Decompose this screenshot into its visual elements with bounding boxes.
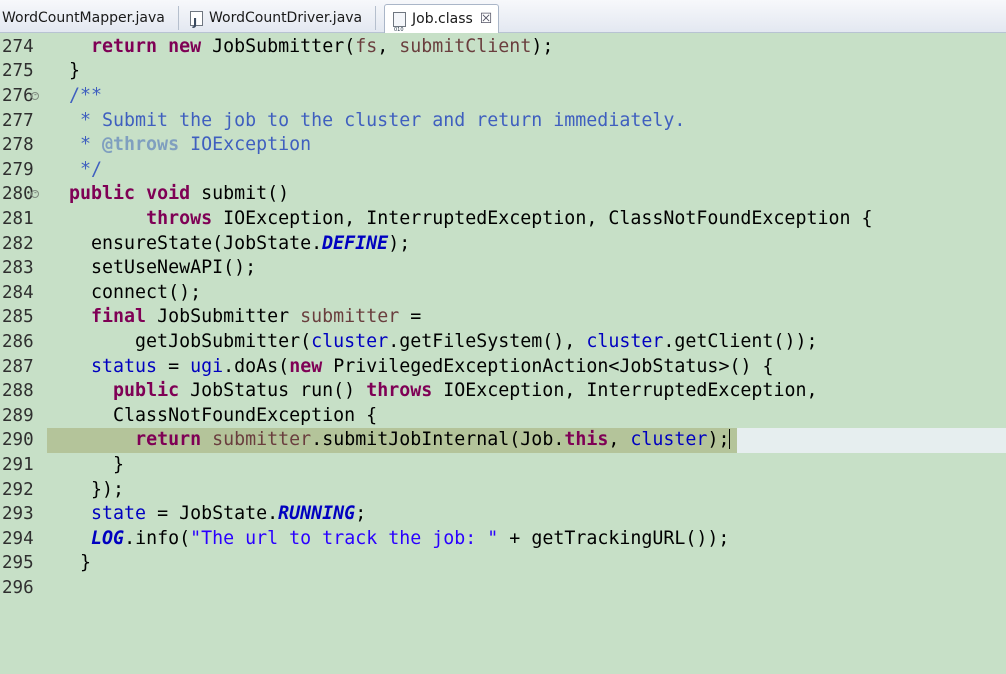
tab-job-class[interactable]: Job.class ☒ [384,4,500,44]
code-line: 284 connect(); [0,281,1006,306]
code-editor[interactable]: 274 return new JobSubmitter(fs, submitCl… [0,33,1006,598]
code-text: getJobSubmitter(cluster.getFileSystem(),… [47,331,818,352]
code-text: * @throws IOException [47,134,312,156]
editor-tab-bar: WordCountMapper.java WordCountDriver.jav… [0,0,1006,44]
code-text: LOG.info("The url to track the job: " + … [91,527,730,549]
close-tab-icon[interactable]: ☒ [480,6,493,33]
code-line: 293 state = JobState.RUNNING; [0,502,1006,527]
code-text: } [47,454,125,475]
line-number: 281 [2,209,34,229]
line-number: 291 [2,455,34,475]
code-text: public JobStatus run() throws IOExceptio… [113,380,818,402]
code-line: 289 ClassNotFoundException { [0,404,1006,429]
line-number: 286 [2,332,34,352]
tab-label: WordCountDriver.java [209,10,363,26]
line-number: 288 [2,381,34,402]
line-number: 290 [2,430,34,451]
line-number: 275 [2,61,34,82]
code-line: 275 } [0,59,1006,84]
tab-label: Job.class [412,10,473,27]
line-number: 293 [2,504,34,525]
tab-divider [178,6,179,30]
fold-toggle-icon[interactable] [31,92,39,100]
line-number: 278 [2,135,34,156]
current-code-line: 290 return submitter.submitJobInternal(J… [0,428,1006,453]
code-line: 291 } [0,453,1006,478]
code-line: 277 * Submit the job to the cluster and … [0,109,1006,134]
code-text: } [47,60,81,82]
code-text: throws IOException, InterruptedException… [146,208,873,229]
code-line: 278 * @throws IOException [0,133,1006,158]
line-number: 287 [2,356,34,377]
code-line: 285 final JobSubmitter submitter = [0,305,1006,330]
code-text: }); [47,478,125,500]
code-text: public void submit() [69,183,290,205]
class-file-icon [393,11,406,44]
line-number: 279 [2,159,34,180]
java-file-icon [190,9,203,36]
code-text: ensureState(JobState.DEFINE); [47,232,411,254]
code-line: 282 ensureState(JobState.DEFINE); [0,232,1006,257]
code-line: 294 LOG.info("The url to track the job: … [0,527,1006,552]
code-text: status = ugi.doAs(new PrivilegedExceptio… [91,355,774,377]
line-number: 296 [2,578,34,598]
code-line: 288 public JobStatus run() throws IOExce… [0,379,1006,404]
code-line: 283 setUseNewAPI(); [0,256,1006,281]
tab-label: WordCountMapper.java [2,10,165,26]
line-number: 277 [2,110,34,131]
line-number: 292 [2,479,34,500]
current-line-highlight [737,428,1006,453]
code-line: 286 getJobSubmitter(cluster.getFileSyste… [0,330,1006,355]
text-cursor [729,429,731,450]
code-text: /** [47,85,103,106]
code-line: 292 }); [0,478,1006,503]
code-line: 281 throws IOException, InterruptedExcep… [0,207,1006,232]
code-line: 287 status = ugi.doAs(new PrivilegedExce… [0,355,1006,380]
line-number: 294 [2,528,34,549]
code-line: 295 } [0,551,1006,576]
line-number: 282 [2,233,34,254]
line-number: 289 [2,405,34,426]
code-text: return new JobSubmitter(fs, submitClient… [91,35,554,57]
tab-divider [375,6,376,30]
code-text: state = JobState.RUNNING; [91,503,367,525]
code-text: } [47,552,92,574]
code-text: connect(); [47,281,202,303]
tab-wordcountdriver[interactable]: WordCountDriver.java [190,5,363,36]
line-number: 283 [2,258,34,279]
line-number: 274 [2,36,34,57]
code-line: 280 public void submit() [0,182,1006,207]
code-text: return submitter.submitJobInternal(Job.t… [135,429,731,451]
code-line: 279 */ [0,158,1006,183]
line-number: 284 [2,282,34,303]
code-line: 276 /** [0,84,1006,109]
tab-wordcountmapper[interactable]: WordCountMapper.java [2,5,165,32]
code-text: */ [47,158,103,180]
line-number: 295 [2,553,34,574]
code-text: ClassNotFoundException { [47,404,378,426]
code-text: final JobSubmitter submitter = [91,306,422,328]
code-text: * Submit the job to the cluster and retu… [47,109,686,131]
code-line: 296 [0,576,1006,601]
code-line: 274 return new JobSubmitter(fs, submitCl… [0,35,1006,60]
line-number: 285 [2,307,34,328]
code-text: setUseNewAPI(); [47,257,257,279]
